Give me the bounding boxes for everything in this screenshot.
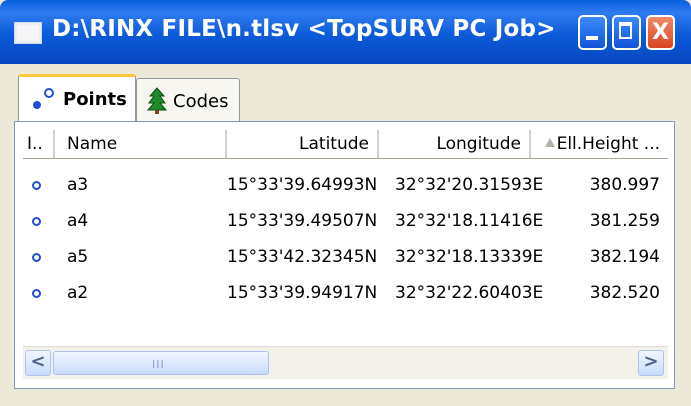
cell-name: a3 (67, 175, 89, 195)
table-row[interactable]: a4 15°33'39.49507N 32°32'18.11416E 381.2… (23, 203, 668, 239)
cell-longitude: 32°32'18.11416E (395, 211, 544, 231)
grip-icon: III (152, 358, 165, 371)
column-header-latitude[interactable]: Latitude (227, 130, 379, 158)
tab-codes[interactable]: Codes (136, 78, 240, 122)
cell-ell-height: 381.259 (589, 211, 660, 231)
sort-ascending-icon (545, 138, 555, 147)
cell-longitude: 32°32'20.31593E (395, 175, 544, 195)
cell-longitude: 32°32'18.13339E (395, 247, 544, 267)
table-row[interactable]: a3 15°33'39.64993N 32°32'20.31593E 380.9… (23, 167, 668, 203)
points-panel: I.. Name Latitude Longitude Ell.Height .… (14, 121, 675, 389)
table-row[interactable]: a5 15°33'42.32345N 32°32'18.13339E 382.1… (23, 239, 668, 275)
cell-latitude: 15°33'39.94917N (227, 283, 378, 303)
cell-name: a4 (67, 211, 89, 231)
tab-points[interactable]: Points (18, 74, 136, 122)
window-title: D:\RINX FILE\n.tlsv <TopSURV PC Job> (52, 16, 556, 42)
points-icon (33, 88, 54, 109)
point-icon (32, 289, 41, 298)
cell-name: a2 (67, 283, 89, 303)
scroll-right-button[interactable]: > (638, 350, 664, 376)
point-icon (32, 253, 41, 262)
scroll-left-button[interactable]: < (25, 350, 51, 376)
column-header-ell-height-label: Ell.Height ... (556, 134, 660, 154)
table-body: a3 15°33'39.64993N 32°32'20.31593E 380.9… (23, 167, 668, 311)
column-header-longitude[interactable]: Longitude (379, 130, 531, 158)
close-icon: X (652, 20, 669, 45)
cell-longitude: 32°32'22.60403E (395, 283, 544, 303)
cell-latitude: 15°33'42.32345N (227, 247, 378, 267)
cell-latitude: 15°33'39.64993N (227, 175, 378, 195)
table-header: I.. Name Latitude Longitude Ell.Height .… (23, 130, 668, 159)
tab-points-label: Points (63, 89, 127, 110)
cell-ell-height: 382.194 (589, 247, 660, 267)
maximize-button[interactable] (612, 15, 641, 50)
point-icon (32, 181, 41, 190)
close-button[interactable]: X (646, 15, 675, 50)
column-header-name[interactable]: Name (55, 130, 227, 158)
column-header-ell-height[interactable]: Ell.Height ... (531, 130, 668, 158)
tab-codes-label: Codes (173, 91, 229, 112)
chevron-left-icon: < (30, 351, 46, 372)
cell-name: a5 (67, 247, 89, 267)
cell-ell-height: 380.997 (589, 175, 660, 195)
window-icon (14, 22, 42, 44)
app-window: D:\RINX FILE\n.tlsv <TopSURV PC Job> X C… (0, 0, 691, 406)
cell-latitude: 15°33'39.49507N (227, 211, 378, 231)
title-bar[interactable]: D:\RINX FILE\n.tlsv <TopSURV PC Job> X (0, 0, 691, 64)
tab-strip: Codes Points (8, 72, 683, 122)
scroll-thumb[interactable]: III (53, 351, 269, 375)
table-row[interactable]: a2 15°33'39.94917N 32°32'22.60403E 382.5… (23, 275, 668, 311)
minimize-button[interactable] (578, 15, 607, 50)
cell-ell-height: 382.520 (589, 283, 660, 303)
point-icon (32, 217, 41, 226)
chevron-right-icon: > (643, 351, 659, 372)
column-header-index[interactable]: I.. (23, 130, 55, 158)
tree-icon (147, 87, 167, 114)
horizontal-scrollbar[interactable]: < III > (23, 346, 668, 379)
